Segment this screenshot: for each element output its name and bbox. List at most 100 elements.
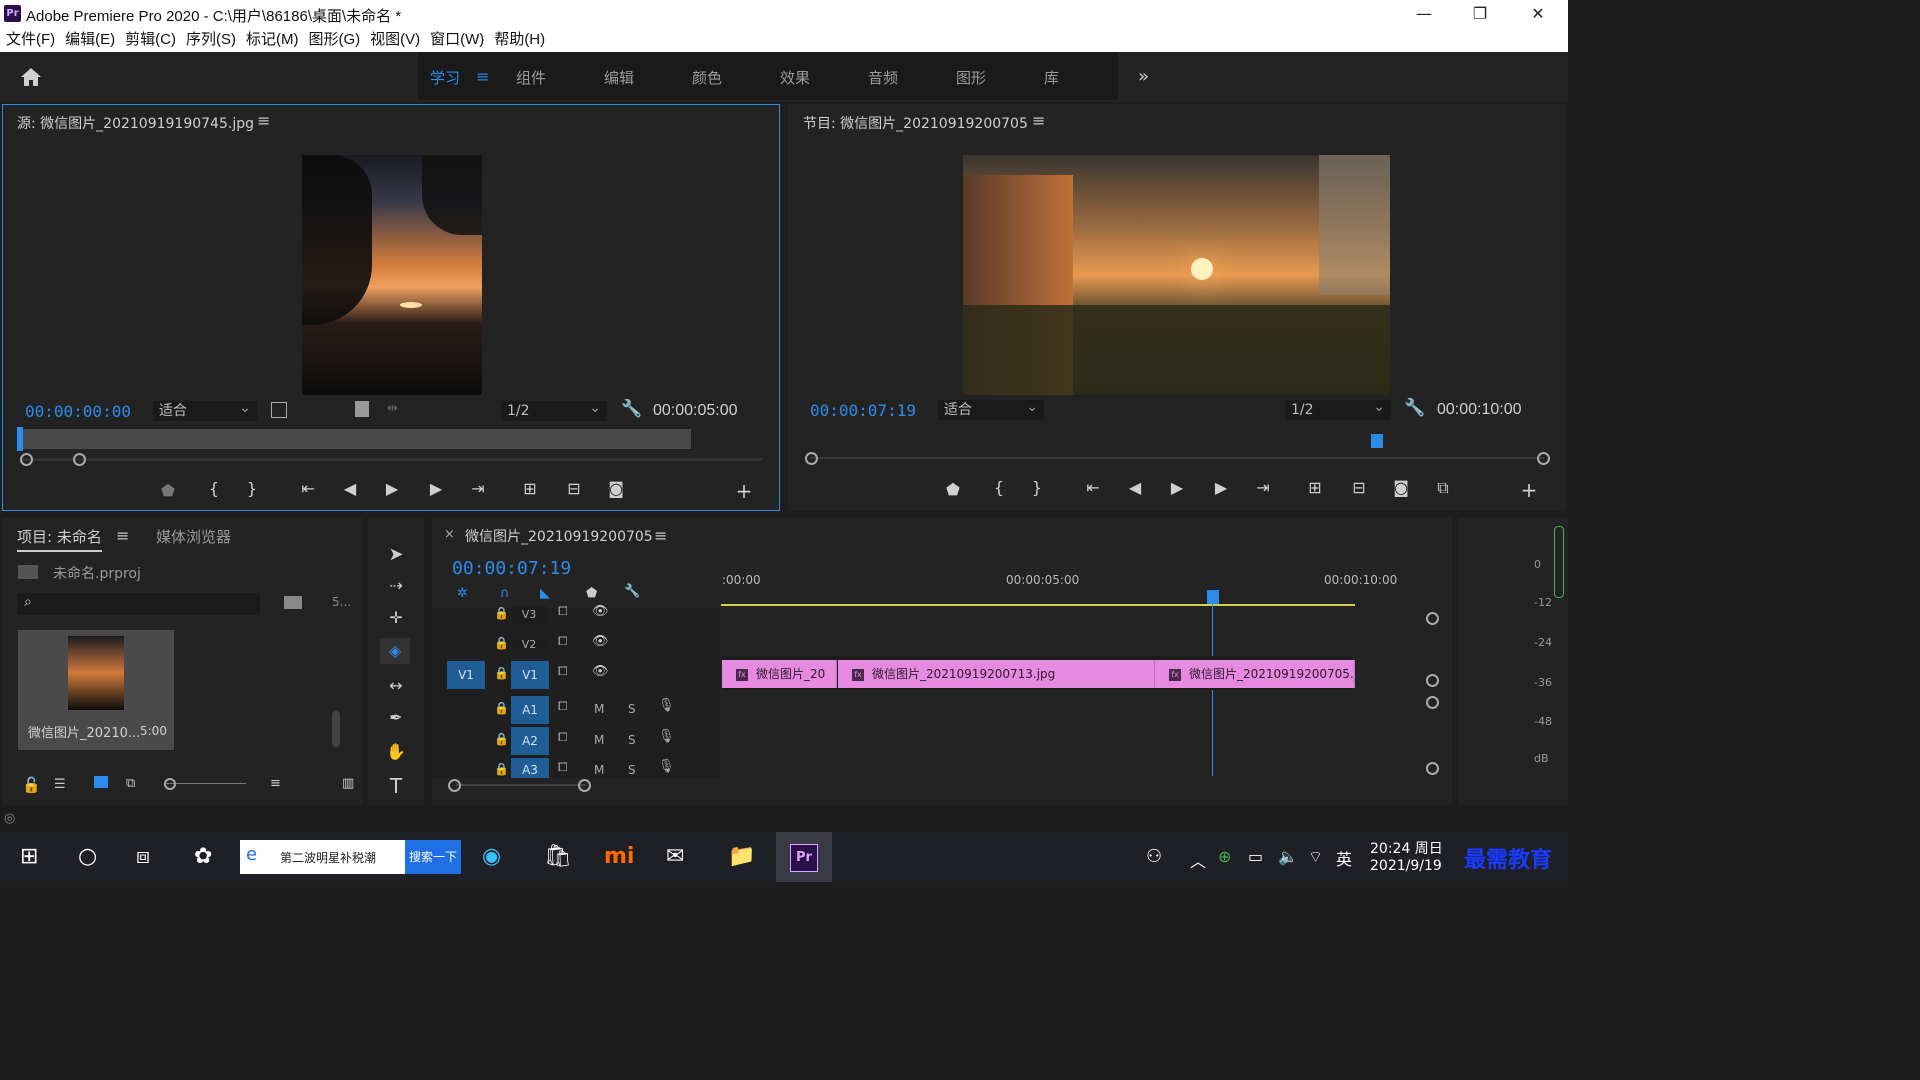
lock-icon[interactable]: 🔒: [494, 762, 509, 776]
search-button[interactable]: 搜索一下: [405, 840, 461, 874]
battery-icon[interactable]: ▭: [1248, 847, 1263, 866]
mark-in-icon[interactable]: {: [988, 478, 1010, 497]
source-patch-v1[interactable]: V1: [447, 661, 485, 689]
tab-media-browser[interactable]: 媒体浏览器: [156, 526, 231, 547]
program-fit-dropdown[interactable]: 适合: [938, 397, 1044, 420]
program-zoom-bar[interactable]: [810, 457, 1544, 459]
video-scroll-handle-top[interactable]: [1426, 612, 1439, 625]
track-v2[interactable]: V2: [512, 636, 546, 654]
microphone-icon[interactable]: 🎙: [658, 698, 675, 713]
play-icon[interactable]: ▶: [1166, 478, 1188, 497]
zoom-handle-left[interactable]: [20, 453, 33, 466]
volume-icon[interactable]: 🔈: [1278, 847, 1298, 866]
microphone-icon[interactable]: 🎙: [658, 729, 675, 744]
solo-button[interactable]: S: [628, 702, 636, 716]
tab-color[interactable]: 颜色: [692, 67, 722, 88]
tab-editing[interactable]: 编辑: [604, 67, 634, 88]
sync-lock-icon[interactable]: ⧠: [558, 664, 568, 679]
minimize-button[interactable]: —: [1396, 0, 1452, 28]
source-timecode[interactable]: 00:00:00:00: [25, 402, 131, 421]
taskbar-search-box[interactable]: e 第二波明星补税潮: [240, 840, 405, 874]
pen-tool-icon[interactable]: ✒: [385, 708, 407, 727]
panel-menu-icon[interactable]: ≡: [1032, 111, 1045, 130]
render-status-icon[interactable]: ◎: [4, 811, 15, 826]
add-button-icon[interactable]: +: [1518, 478, 1540, 502]
project-search-input[interactable]: [18, 593, 260, 615]
wrench-icon[interactable]: 🔧: [1404, 398, 1425, 418]
go-to-out-icon[interactable]: ⇥: [467, 479, 489, 498]
snap-nest-icon[interactable]: ✲: [457, 586, 468, 601]
menu-sequence[interactable]: 序列(S): [186, 28, 236, 52]
freeform-view-icon[interactable]: ⧉: [126, 776, 135, 791]
work-area-bar[interactable]: [721, 604, 1355, 606]
sync-lock-icon[interactable]: ⧠: [558, 634, 568, 649]
go-to-out-icon[interactable]: ⇥: [1252, 478, 1274, 497]
mark-out-icon[interactable]: }: [1026, 478, 1048, 497]
menu-window[interactable]: 窗口(W): [430, 28, 484, 52]
more-workspaces-icon[interactable]: »: [1138, 66, 1149, 87]
timeline-clip[interactable]: fx 微信图片_20210919200713.jpg: [838, 660, 1155, 688]
maximize-button[interactable]: ❐: [1452, 0, 1508, 28]
crop-icon[interactable]: [271, 402, 287, 418]
source-resolution-dropdown[interactable]: 1/2: [501, 398, 607, 421]
tab-libraries[interactable]: 库: [1044, 67, 1059, 88]
store-icon[interactable]: 🛍: [544, 844, 572, 869]
windows-start-icon[interactable]: ⊞: [20, 844, 38, 869]
zoom-slider[interactable]: [166, 783, 246, 784]
tab-effects[interactable]: 效果: [780, 67, 810, 88]
scroll-handle-right[interactable]: [578, 779, 591, 792]
tab-graphics[interactable]: 图形: [956, 67, 986, 88]
marker-icon[interactable]: ⬟: [157, 481, 179, 500]
zoom-handle-right[interactable]: [73, 453, 86, 466]
audio-drag-icon[interactable]: ⇹: [387, 401, 398, 416]
source-fit-dropdown[interactable]: 适合: [153, 398, 257, 421]
timeline-playhead[interactable]: [1207, 590, 1219, 604]
home-icon[interactable]: [18, 66, 44, 88]
zoom-handle-right[interactable]: [1537, 452, 1550, 465]
step-back-icon[interactable]: ◀: [1124, 478, 1146, 497]
microphone-icon[interactable]: 🎙: [658, 759, 675, 774]
track-select-tool-icon[interactable]: ⇢: [385, 576, 407, 595]
menu-file[interactable]: 文件(F): [6, 28, 55, 52]
project-item[interactable]: 微信图片_20210... 5:00: [18, 630, 174, 750]
source-playhead[interactable]: [17, 427, 23, 451]
mute-button[interactable]: M: [594, 702, 604, 716]
clock-time[interactable]: 20:24 周日: [1370, 838, 1443, 858]
selection-tool-icon[interactable]: ➤: [385, 544, 407, 565]
mail-icon[interactable]: ✉: [666, 844, 684, 869]
timeline-tab[interactable]: 微信图片_20210919200705: [465, 526, 653, 546]
menu-clip[interactable]: 剪辑(C): [125, 28, 176, 52]
extract-icon[interactable]: ⊟: [1348, 478, 1370, 497]
eye-icon[interactable]: 👁: [592, 634, 609, 649]
track-a2[interactable]: A2: [511, 727, 549, 755]
wrench-icon[interactable]: 🔧: [621, 399, 642, 419]
tab-learn[interactable]: 学习: [430, 67, 460, 88]
lock-icon[interactable]: 🔒: [494, 636, 509, 650]
mute-button[interactable]: M: [594, 733, 604, 747]
scroll-handle-left[interactable]: [448, 779, 461, 792]
program-timecode[interactable]: 00:00:07:19: [810, 401, 916, 420]
task-view-icon[interactable]: ⧈: [136, 844, 150, 869]
track-a3[interactable]: A3: [511, 758, 549, 778]
insert-icon[interactable]: ⊞: [519, 479, 541, 498]
menu-marker[interactable]: 标记(M): [246, 28, 299, 52]
step-forward-icon[interactable]: ▶: [425, 479, 447, 498]
panel-menu-icon[interactable]: ≡: [654, 526, 667, 545]
camera-icon[interactable]: ◙: [1390, 478, 1412, 497]
timeline-clip[interactable]: fx 微信图片_20210919200705.j: [1155, 660, 1355, 688]
edge-icon[interactable]: ◉: [482, 844, 501, 869]
people-icon[interactable]: ⚇: [1146, 846, 1162, 867]
zoom-slider-handle[interactable]: [164, 778, 176, 790]
camera-icon[interactable]: ◙: [605, 479, 627, 498]
mute-button[interactable]: M: [594, 763, 604, 777]
mark-out-icon[interactable]: }: [241, 479, 263, 498]
film-icon[interactable]: [355, 401, 369, 417]
panel-menu-icon[interactable]: ≡: [116, 526, 129, 545]
hand-tool-icon[interactable]: ✋: [385, 742, 407, 761]
program-playhead[interactable]: [1371, 434, 1383, 448]
add-marker-icon[interactable]: ⬟: [586, 586, 597, 601]
add-button-icon[interactable]: +: [733, 479, 755, 503]
solo-button[interactable]: S: [628, 763, 636, 777]
close-button[interactable]: ✕: [1510, 0, 1566, 28]
cortana-icon[interactable]: ○: [78, 844, 97, 869]
